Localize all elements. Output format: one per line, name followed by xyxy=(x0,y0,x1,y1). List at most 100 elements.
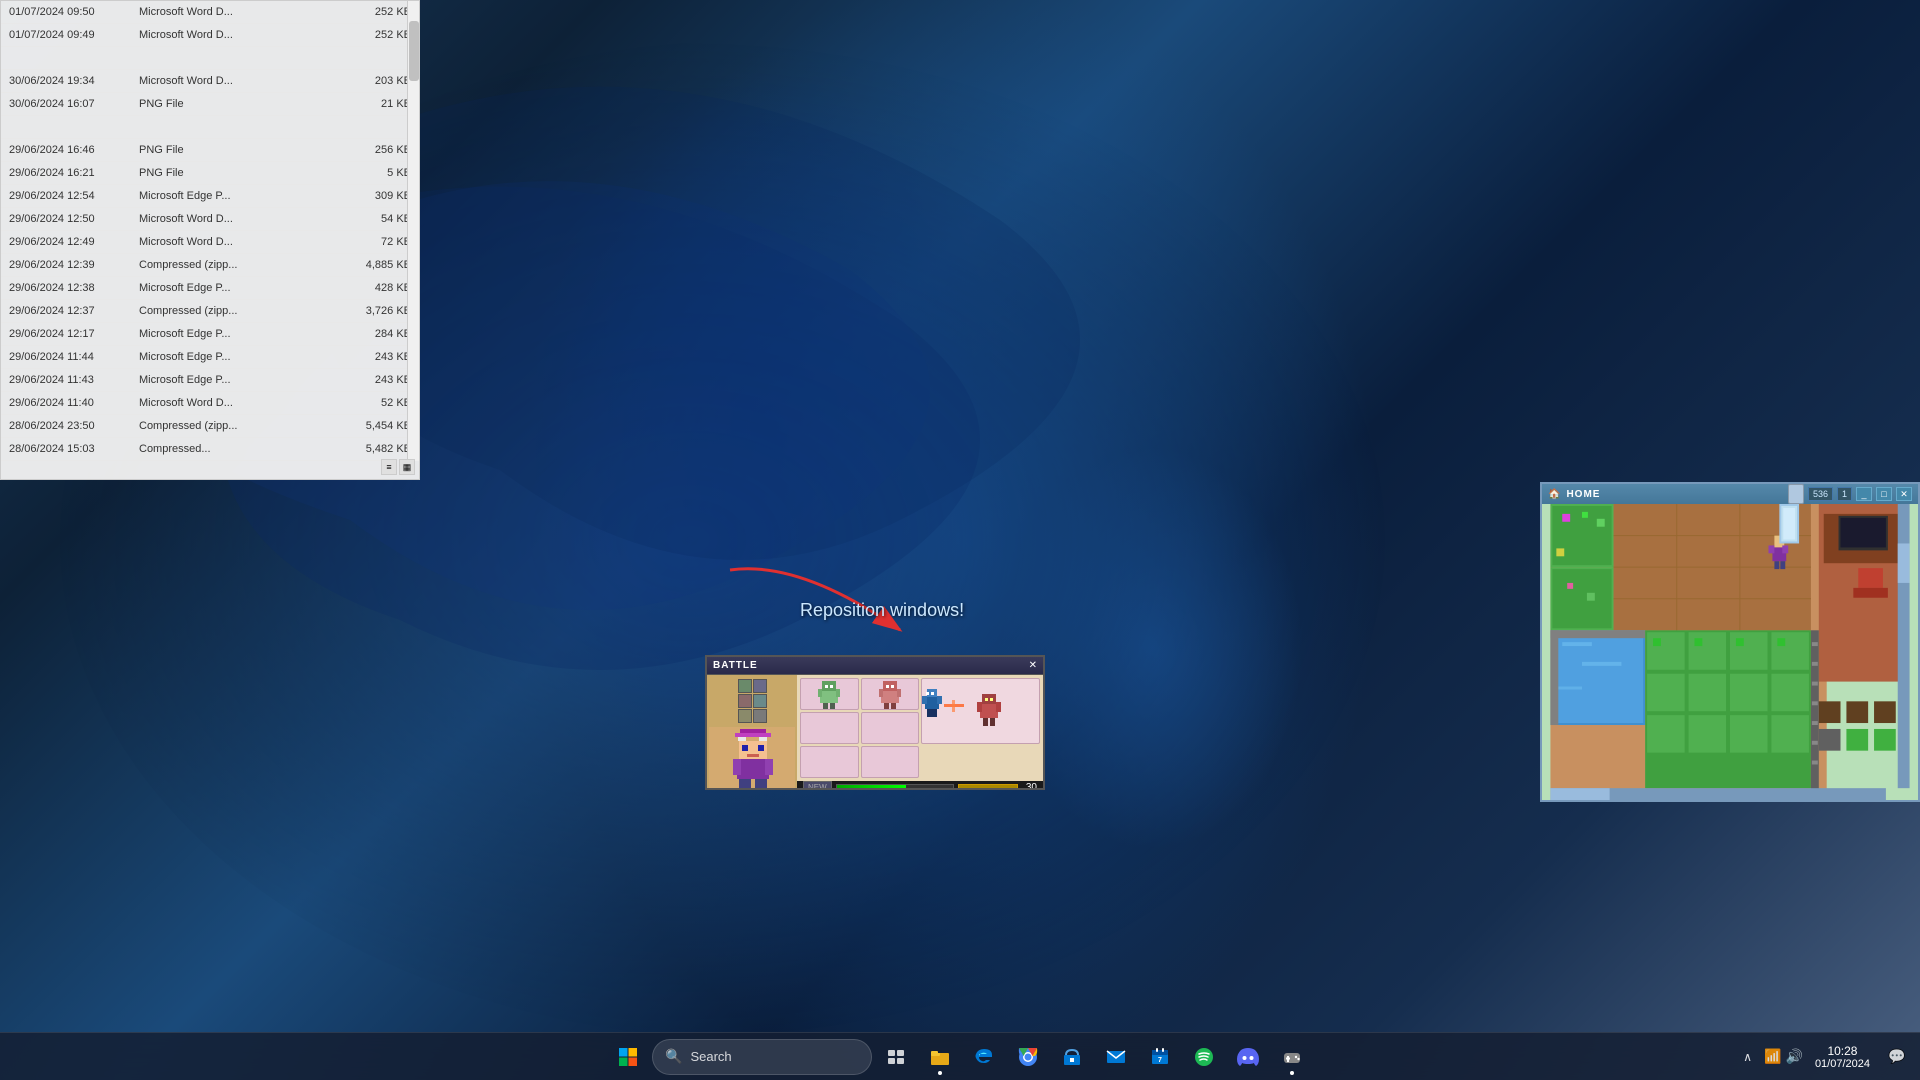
file-type: Compressed... xyxy=(139,443,331,455)
battle-main-scene xyxy=(921,678,1040,744)
search-bar[interactable]: 🔍 Search xyxy=(652,1039,872,1075)
battle-hp-fill xyxy=(837,785,907,791)
battle-hp-bar xyxy=(836,784,954,791)
system-tray[interactable]: ∧ xyxy=(1735,1033,1760,1080)
battle-cell-6[interactable] xyxy=(861,746,920,778)
volume-icon[interactable]: 🔊 xyxy=(1786,1048,1803,1065)
taskbar-calendar-btn[interactable]: 7 xyxy=(1140,1037,1180,1077)
clock-area[interactable]: 10:28 01/07/2024 xyxy=(1807,1044,1878,1070)
table-row[interactable] xyxy=(1,116,419,139)
file-size: 52 KB xyxy=(331,397,411,409)
search-label: Search xyxy=(690,1049,731,1064)
battle-cell-4[interactable] xyxy=(861,712,920,744)
table-row[interactable]: 29/06/2024 11:44Microsoft Edge P...243 K… xyxy=(1,346,419,369)
game-close-btn[interactable]: ✕ xyxy=(1896,487,1912,501)
table-row[interactable]: 01/07/2024 09:50Microsoft Word D...252 K… xyxy=(1,1,419,24)
table-row[interactable]: 29/06/2024 12:49Microsoft Word D...72 KB xyxy=(1,231,419,254)
file-size: 5,454 KB xyxy=(331,420,411,432)
file-type: PNG File xyxy=(139,98,331,110)
taskbar-discord-btn[interactable] xyxy=(1228,1037,1268,1077)
file-type: Microsoft Word D... xyxy=(139,29,331,41)
battle-cell-2[interactable] xyxy=(861,678,920,710)
file-explorer-footer: ≡ ▦ xyxy=(375,455,419,479)
item-icon-1 xyxy=(738,679,752,693)
file-explorer-icon xyxy=(930,1048,950,1066)
taskbar-store-btn[interactable] xyxy=(1052,1037,1092,1077)
file-type: PNG File xyxy=(139,144,331,156)
game-window[interactable]: 🏠 HOME 536 1 _ □ ✕ xyxy=(1540,482,1920,802)
table-row[interactable]: 01/07/2024 09:49Microsoft Word D...252 K… xyxy=(1,24,419,47)
spotify-icon xyxy=(1194,1047,1214,1067)
calendar-icon: 7 xyxy=(1150,1047,1170,1067)
file-type: Compressed (zipp... xyxy=(139,305,331,317)
taskbar-chrome-btn[interactable] xyxy=(1008,1037,1048,1077)
game-maximize-btn[interactable]: □ xyxy=(1876,487,1892,501)
battle-item-icons xyxy=(736,677,769,725)
file-size: 252 KB xyxy=(331,29,411,41)
table-row[interactable]: 28/06/2024 23:50Compressed (zipp...5,454… xyxy=(1,415,419,438)
file-type: Microsoft Word D... xyxy=(139,236,331,248)
table-row[interactable]: 29/06/2024 12:50Microsoft Word D...54 KB xyxy=(1,208,419,231)
notification-btn[interactable]: 💬 xyxy=(1882,1037,1912,1077)
file-size: 203 KB xyxy=(331,75,411,87)
table-row[interactable]: 29/06/2024 12:54Microsoft Edge P...309 K… xyxy=(1,185,419,208)
battle-content: BBX LV.2 xyxy=(707,675,1043,788)
file-date: 29/06/2024 12:38 xyxy=(9,282,139,294)
taskbar-edge-btn[interactable] xyxy=(964,1037,1004,1077)
table-row[interactable] xyxy=(1,47,419,70)
table-row[interactable]: 28/06/2024 15:03Compressed...5,482 KB xyxy=(1,438,419,461)
item-icon-3 xyxy=(738,694,752,708)
scrollbar[interactable] xyxy=(407,1,419,461)
task-view-btn[interactable] xyxy=(876,1037,916,1077)
battle-cell-1[interactable] xyxy=(800,678,859,710)
table-row[interactable]: 29/06/2024 11:43Microsoft Edge P...243 K… xyxy=(1,369,419,392)
file-size: 252 KB xyxy=(331,6,411,18)
table-row[interactable]: 29/06/2024 12:38Microsoft Edge P...428 K… xyxy=(1,277,419,300)
table-row[interactable]: 29/06/2024 12:37Compressed (zipp...3,726… xyxy=(1,300,419,323)
file-date: 28/06/2024 15:03 xyxy=(9,443,139,455)
view-grid-btn[interactable]: ▦ xyxy=(399,459,415,475)
icon-row-2 xyxy=(738,694,767,708)
table-row[interactable]: 29/06/2024 16:21PNG File5 KB xyxy=(1,162,419,185)
table-row[interactable]: 29/06/2024 16:46PNG File256 KB xyxy=(1,139,419,162)
file-size: 256 KB xyxy=(331,144,411,156)
game-controls: 536 1 _ □ ✕ xyxy=(1788,484,1912,504)
taskbar-game-btn[interactable] xyxy=(1272,1037,1312,1077)
network-icon[interactable]: 📶 xyxy=(1764,1048,1781,1065)
battle-cell-5[interactable] xyxy=(800,746,859,778)
file-date: 29/06/2024 11:40 xyxy=(9,397,139,409)
clock-time: 10:28 xyxy=(1827,1044,1857,1058)
file-type: Microsoft Edge P... xyxy=(139,190,331,202)
mail-icon xyxy=(1106,1048,1126,1066)
table-row[interactable]: 29/06/2024 12:17Microsoft Edge P...284 K… xyxy=(1,323,419,346)
battle-window[interactable]: BATTLE ✕ xyxy=(705,655,1045,790)
table-row[interactable]: 29/06/2024 11:40Microsoft Word D...52 KB xyxy=(1,392,419,415)
enemy-sprite-1 xyxy=(814,679,844,709)
game-title: HOME xyxy=(1566,489,1600,500)
battle-close-btn[interactable]: ✕ xyxy=(1029,660,1037,671)
view-list-btn[interactable]: ≡ xyxy=(381,459,397,475)
file-size: 243 KB xyxy=(331,374,411,386)
game-minimize-btn[interactable]: _ xyxy=(1856,487,1872,501)
taskbar-file-explorer-btn[interactable] xyxy=(920,1037,960,1077)
table-row[interactable]: 30/06/2024 16:07PNG File21 KB xyxy=(1,93,419,116)
game-map xyxy=(1542,504,1918,800)
table-row[interactable]: 29/06/2024 12:39Compressed (zipp...4,885… xyxy=(1,254,419,277)
battle-new-btn[interactable]: NEW xyxy=(803,781,832,790)
table-row[interactable]: 30/06/2024 19:34Microsoft Word D...203 K… xyxy=(1,70,419,93)
file-type: Microsoft Edge P... xyxy=(139,282,331,294)
icon-row-1 xyxy=(738,679,767,693)
taskbar-spotify-btn[interactable] xyxy=(1184,1037,1224,1077)
file-type: Microsoft Word D... xyxy=(139,75,331,87)
file-date: 29/06/2024 12:17 xyxy=(9,328,139,340)
scrollbar-thumb[interactable] xyxy=(409,21,419,81)
start-button[interactable] xyxy=(608,1037,648,1077)
taskbar-mail-btn[interactable] xyxy=(1096,1037,1136,1077)
file-type: Compressed (zipp... xyxy=(139,259,331,271)
taskbar-right: ∧ 📶 🔊 10:28 01/07/2024 💬 xyxy=(1735,1033,1920,1080)
file-type: Microsoft Word D... xyxy=(139,6,331,18)
file-explorer-panel[interactable]: 01/07/2024 09:50Microsoft Word D...252 K… xyxy=(0,0,420,480)
file-type: Microsoft Word D... xyxy=(139,397,331,409)
up-arrow-tray: ∧ xyxy=(1743,1050,1752,1064)
battle-cell-3[interactable] xyxy=(800,712,859,744)
